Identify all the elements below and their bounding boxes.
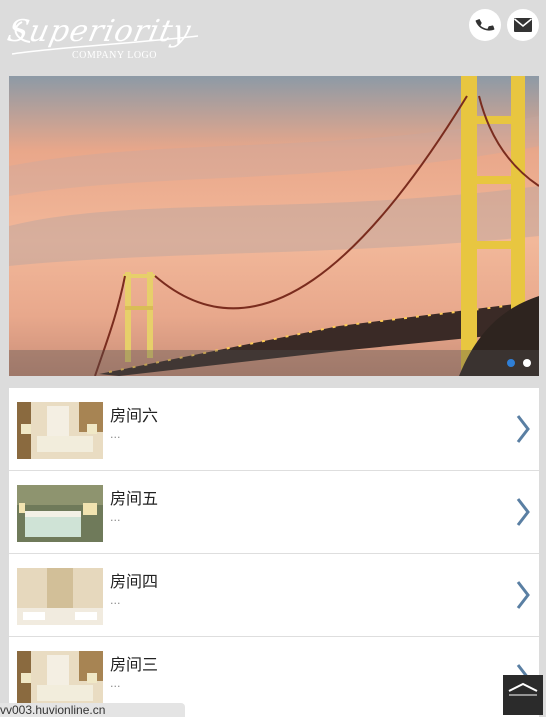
chevron-right-icon — [516, 415, 530, 443]
banner-caption-bar — [9, 350, 539, 376]
phone-icon — [475, 19, 495, 31]
room-description: ... — [110, 677, 121, 690]
chevron-right-icon — [516, 581, 530, 609]
company-logo[interactable]: Superiority COMPANY LOGO — [4, 14, 203, 68]
room-thumbnail — [17, 568, 103, 625]
room-list: 房间六 ... 房间五 ... 房间四 ... 房间三 ... — [9, 388, 539, 717]
banner-image-golden-gate-bridge — [9, 76, 539, 376]
slide-indicator[interactable] — [523, 359, 531, 367]
room-description: ... — [110, 594, 121, 607]
room-title: 房间四 — [110, 572, 159, 591]
phone-button[interactable] — [469, 9, 501, 41]
mail-button[interactable] — [507, 9, 539, 41]
logo-script-text: Superiority — [4, 14, 195, 49]
room-title: 房间六 — [110, 406, 159, 425]
mail-icon — [513, 18, 533, 32]
logo-subtitle: COMPANY LOGO — [72, 50, 157, 61]
room-thumbnail — [17, 485, 103, 542]
back-to-top-button[interactable] — [503, 675, 543, 715]
room-description: ... — [110, 428, 121, 441]
banner-slider[interactable] — [9, 76, 539, 376]
chevron-right-icon — [516, 498, 530, 526]
list-item[interactable]: 房间四 ... — [9, 554, 539, 637]
list-item[interactable]: 房间六 ... — [9, 388, 539, 471]
room-thumbnail — [17, 402, 103, 459]
room-title: 房间三 — [110, 655, 159, 674]
slide-indicator-active[interactable] — [507, 359, 515, 367]
header: Superiority COMPANY LOGO — [0, 0, 546, 76]
status-url: vv003.huvionline.cn — [0, 703, 185, 717]
room-thumbnail — [17, 651, 103, 708]
room-description: ... — [110, 511, 121, 524]
list-item[interactable]: 房间五 ... — [9, 471, 539, 554]
room-title: 房间五 — [110, 489, 159, 508]
chevron-up-icon — [508, 682, 538, 696]
